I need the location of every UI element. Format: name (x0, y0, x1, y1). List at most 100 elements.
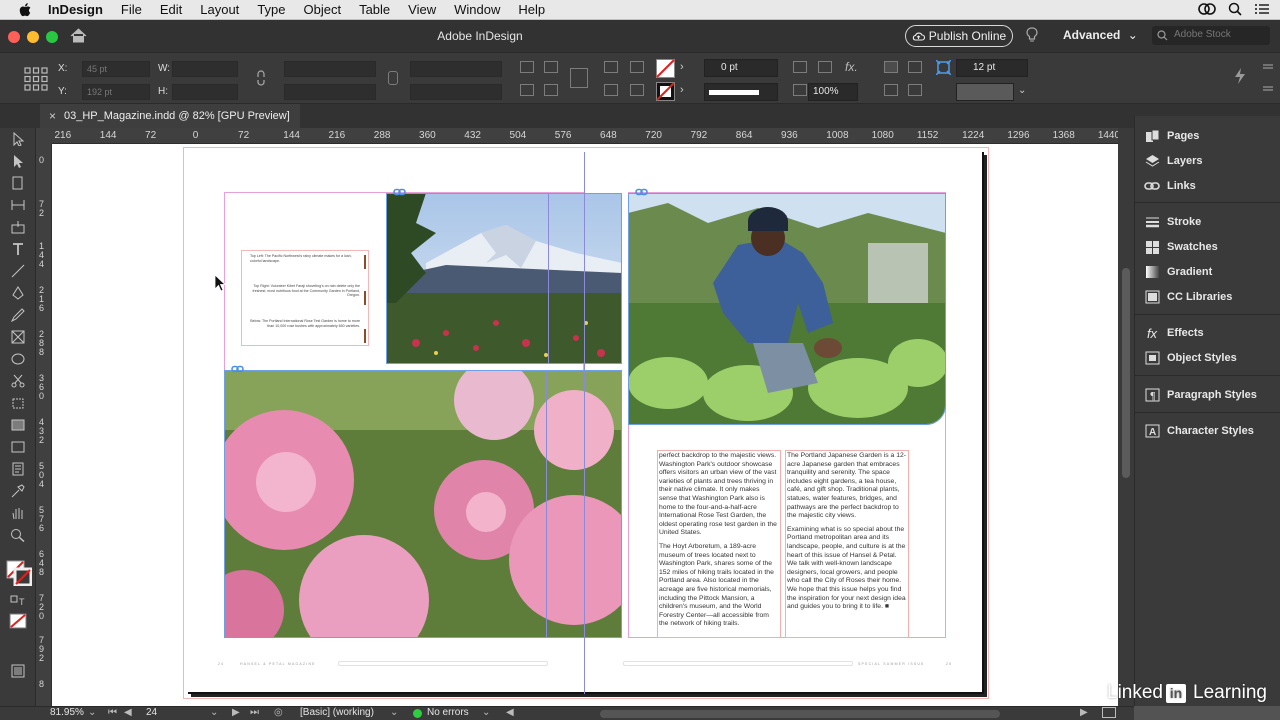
frame-fitting-icon[interactable] (793, 61, 807, 73)
screen-mode-icon[interactable] (10, 664, 26, 678)
caption-text-frame[interactable]: Top Left: The Pacific Northwest's rainy … (241, 250, 369, 346)
panel-stroke[interactable]: Stroke (1135, 211, 1280, 233)
flip-vertical-icon[interactable] (544, 84, 558, 96)
select-next-icon[interactable] (630, 84, 644, 96)
first-page-icon[interactable]: ⏮ (108, 707, 117, 718)
y-position-field[interactable]: 192 pt (82, 84, 150, 100)
text-wrap-shape-icon[interactable] (884, 84, 898, 96)
gap-tool-icon[interactable] (10, 198, 26, 212)
panel-object-styles[interactable]: Object Styles (1135, 347, 1280, 369)
scroll-left-icon[interactable]: ◀ (506, 707, 514, 718)
body-text-column-2[interactable]: The Portland Japanese Garden is a 12-acr… (785, 450, 909, 638)
zoom-level-field[interactable]: 81.95% (50, 707, 84, 718)
rectangle-frame-tool-icon[interactable] (10, 330, 26, 344)
document-tab[interactable]: × 03_HP_Magazine.indd @ 82% [GPU Preview… (40, 104, 300, 128)
chevron-down-icon[interactable]: ⌄ (1018, 85, 1026, 96)
object-style-dropdown[interactable] (956, 83, 1014, 101)
menu-type[interactable]: Type (257, 2, 285, 17)
pasteboard[interactable]: Top Left: The Pacific Northwest's rainy … (52, 144, 1118, 706)
shear-field[interactable] (410, 84, 502, 100)
rotate-cw-icon[interactable] (520, 61, 534, 73)
creative-cloud-icon[interactable] (1198, 2, 1216, 16)
menu-edit[interactable]: Edit (160, 2, 182, 17)
gradient-swatch-tool-icon[interactable] (10, 418, 26, 432)
stroke-none-swatch[interactable] (656, 82, 675, 101)
panel-layers[interactable]: Layers (1135, 150, 1280, 172)
pen-tool-icon[interactable] (10, 286, 26, 300)
next-page-icon[interactable]: ▶ (232, 707, 240, 718)
panel-pages[interactable]: Pages (1135, 125, 1280, 147)
reference-point-icon[interactable] (24, 67, 48, 91)
menu-file[interactable]: File (121, 2, 142, 17)
hand-tool-icon[interactable] (10, 506, 26, 520)
ellipse-tool-icon[interactable] (10, 352, 26, 366)
chevron-down-icon[interactable]: ⌄ (210, 707, 218, 718)
direct-selection-tool-icon[interactable] (10, 154, 26, 168)
panel-character-styles[interactable]: A Character Styles (1135, 420, 1280, 442)
vertical-scrollbar[interactable] (1118, 128, 1134, 706)
notification-center-icon[interactable] (1254, 2, 1270, 16)
link-icon[interactable] (635, 188, 648, 196)
scale-y-field[interactable] (284, 84, 376, 100)
apply-none-icon[interactable] (8, 612, 28, 630)
spotlight-search-icon[interactable] (1228, 2, 1242, 16)
auto-fit-icon[interactable] (936, 60, 951, 75)
chevron-right-icon[interactable]: › (680, 84, 684, 96)
panel-swatches[interactable]: Swatches (1135, 236, 1280, 258)
vertical-scroll-thumb[interactable] (1122, 268, 1130, 478)
page-tool-icon[interactable] (10, 176, 26, 190)
menu-table[interactable]: Table (359, 2, 390, 17)
open-page-icon[interactable]: ◎ (274, 707, 283, 718)
menu-help[interactable]: Help (518, 2, 545, 17)
chevron-down-icon[interactable]: ⌄ (482, 707, 490, 718)
free-transform-tool-icon[interactable] (10, 396, 26, 410)
rotation-field[interactable] (410, 61, 502, 77)
menu-window[interactable]: Window (454, 2, 500, 17)
zoom-tool-icon[interactable] (10, 528, 26, 542)
note-tool-icon[interactable] (10, 462, 26, 476)
link-icon[interactable] (393, 188, 406, 196)
last-page-icon[interactable]: ⏭ (250, 707, 259, 718)
rotate-ccw-icon[interactable] (544, 61, 558, 73)
gradient-feather-tool-icon[interactable] (10, 440, 26, 454)
close-tab-icon[interactable]: × (49, 109, 56, 123)
scroll-right-icon[interactable]: ▶ (1080, 707, 1088, 718)
chevron-right-icon[interactable]: › (680, 61, 684, 73)
fx-icon[interactable]: fx. (845, 60, 858, 74)
link-icon[interactable] (231, 365, 244, 373)
eyedropper-tool-icon[interactable] (10, 484, 26, 498)
lightbulb-icon[interactable] (1026, 27, 1038, 44)
panel-links[interactable]: Links (1135, 175, 1280, 197)
adobe-stock-search[interactable]: Adobe Stock (1152, 26, 1270, 45)
panel-menu-icon[interactable] (1262, 63, 1274, 93)
scissors-tool-icon[interactable] (10, 374, 26, 388)
vertical-ruler[interactable]: 0 72 144 216 288 360 432 504 576 648 720 792 8 (36, 144, 52, 706)
type-tool-icon[interactable] (10, 242, 26, 256)
horizontal-ruler[interactable]: 216 144 72 0 72 144 216 288 360 432 504 576 648 720 79… (52, 128, 1120, 144)
gutter-field[interactable]: 12 pt (956, 59, 1028, 77)
flip-horizontal-icon[interactable] (520, 84, 534, 96)
text-wrap-none-icon[interactable] (884, 61, 898, 73)
menu-app-name[interactable]: InDesign (48, 2, 103, 17)
panel-gradient[interactable]: Gradient (1135, 261, 1280, 283)
pencil-tool-icon[interactable] (10, 308, 26, 322)
constrain-proportions-icon[interactable] (254, 70, 268, 86)
select-content-icon[interactable] (604, 84, 618, 96)
preflight-status[interactable]: No errors (427, 707, 469, 718)
panel-dock-header[interactable] (1134, 104, 1280, 116)
stroke-type-dropdown[interactable] (704, 83, 778, 101)
width-field[interactable] (172, 61, 238, 77)
apple-menu-icon[interactable] (16, 2, 34, 17)
fill-none-swatch[interactable] (656, 59, 675, 78)
scale-x-field[interactable] (284, 61, 376, 77)
page-spread[interactable]: Top Left: The Pacific Northwest's rainy … (183, 147, 989, 699)
chevron-down-icon[interactable]: ⌄ (390, 707, 398, 718)
stroke-weight-field[interactable]: 0 pt (704, 59, 778, 77)
publish-online-button[interactable]: Publish Online (905, 25, 1013, 47)
page-number-field[interactable]: 24 (146, 707, 157, 718)
line-tool-icon[interactable] (10, 264, 26, 278)
preflight-profile[interactable]: [Basic] (working) (300, 707, 374, 718)
fill-stroke-swatches[interactable] (6, 560, 32, 586)
menu-layout[interactable]: Layout (200, 2, 239, 17)
x-position-field[interactable]: 45 pt (82, 61, 150, 77)
